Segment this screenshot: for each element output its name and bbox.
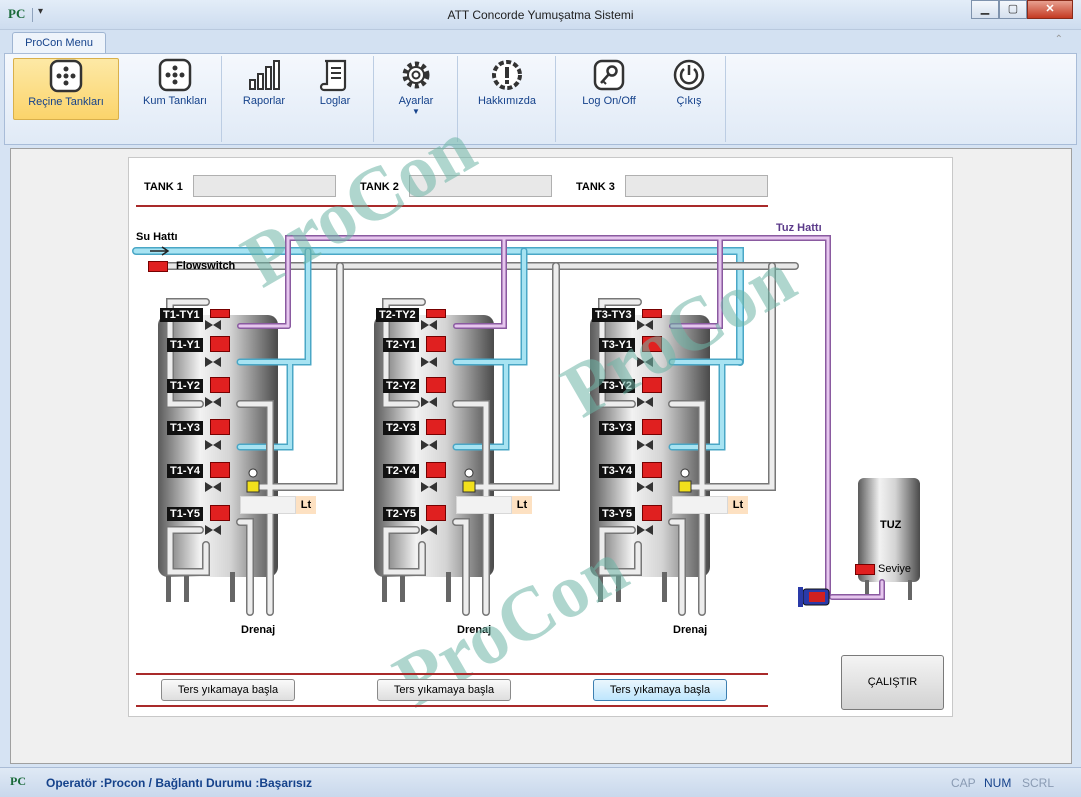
valve-label: T3-Y4 [599, 464, 635, 478]
valve-indicator[interactable] [426, 336, 446, 352]
tank3-backwash-button[interactable]: Ters yıkamaya başla [593, 679, 727, 701]
run-button[interactable]: ÇALIŞTIR [841, 655, 944, 710]
valve-label: T1-Y5 [167, 507, 203, 521]
tank1-drain-label: Drenaj [241, 624, 276, 636]
valve-indicator[interactable] [210, 419, 230, 435]
controls-top-divider [136, 673, 768, 675]
valve-label: T2-TY2 [376, 308, 419, 322]
valve-label: T1-Y1 [167, 338, 203, 352]
valve-indicator[interactable] [210, 377, 230, 393]
valve-label: T1-TY1 [160, 308, 203, 322]
flowswitch-legend-label: Flowswitch [176, 260, 236, 272]
valve-indicator[interactable] [210, 462, 230, 478]
controls-bottom-divider [136, 705, 768, 707]
status-text: Operatör :Procon / Bağlantı Durumu :Başa… [46, 776, 313, 790]
water-line-label: Su Hattı [136, 231, 178, 243]
valve-indicator[interactable] [642, 462, 662, 478]
pump-icon [798, 587, 830, 607]
salt-tank-label: TUZ [880, 519, 902, 531]
tank1-liters-field [240, 496, 296, 514]
valve-indicator[interactable] [426, 462, 446, 478]
tank3-liters-field [672, 496, 728, 514]
status-bar: PC Operatör :Procon / Bağlantı Durumu :B… [0, 767, 1081, 797]
valve-label: T2-Y2 [383, 379, 419, 393]
scroll-lock-indicator: SCRL [1022, 776, 1055, 790]
valve-label: T1-Y3 [167, 421, 203, 435]
app-logo-icon: PC [10, 774, 26, 788]
valve-label: T2-Y1 [383, 338, 419, 352]
tank1-vessel [158, 315, 278, 602]
salt-line-label: Tuz Hattı [776, 222, 822, 234]
tank3-liters-unit: Lt [728, 496, 748, 514]
tank1-backwash-button[interactable]: Ters yıkamaya başla [161, 679, 295, 701]
valve-indicator[interactable] [210, 309, 230, 318]
valve-indicator[interactable] [210, 505, 230, 521]
valve-indicator[interactable] [426, 419, 446, 435]
valve-indicator[interactable] [426, 505, 446, 521]
valve-label: T2-Y3 [383, 421, 419, 435]
valve-label: T3-Y5 [599, 507, 635, 521]
valve-indicator[interactable] [426, 377, 446, 393]
salt-level-indicator [855, 564, 875, 575]
valve-indicator[interactable] [642, 419, 662, 435]
tank1-liters-unit: Lt [296, 496, 316, 514]
tank2-vessel [374, 315, 494, 602]
salt-level-label: Seviye [878, 563, 912, 575]
valve-label: T2-Y5 [383, 507, 419, 521]
tank2-liters-unit: Lt [512, 496, 532, 514]
valve-label: T1-Y2 [167, 379, 203, 393]
tank2-liters-field [456, 496, 512, 514]
tank2-backwash-button[interactable]: Ters yıkamaya başla [377, 679, 511, 701]
flowswitch-legend-indicator [148, 261, 168, 272]
num-lock-indicator: NUM [984, 776, 1012, 790]
valve-label: T2-Y4 [383, 464, 419, 478]
valve-indicator[interactable] [426, 309, 446, 318]
tank3-drain-label: Drenaj [673, 624, 708, 636]
salt-tank-vessel [858, 478, 920, 600]
valve-label: T1-Y4 [167, 464, 203, 478]
valve-indicator[interactable] [642, 505, 662, 521]
caps-lock-indicator: CAP [951, 776, 976, 790]
valve-indicator[interactable] [210, 336, 230, 352]
